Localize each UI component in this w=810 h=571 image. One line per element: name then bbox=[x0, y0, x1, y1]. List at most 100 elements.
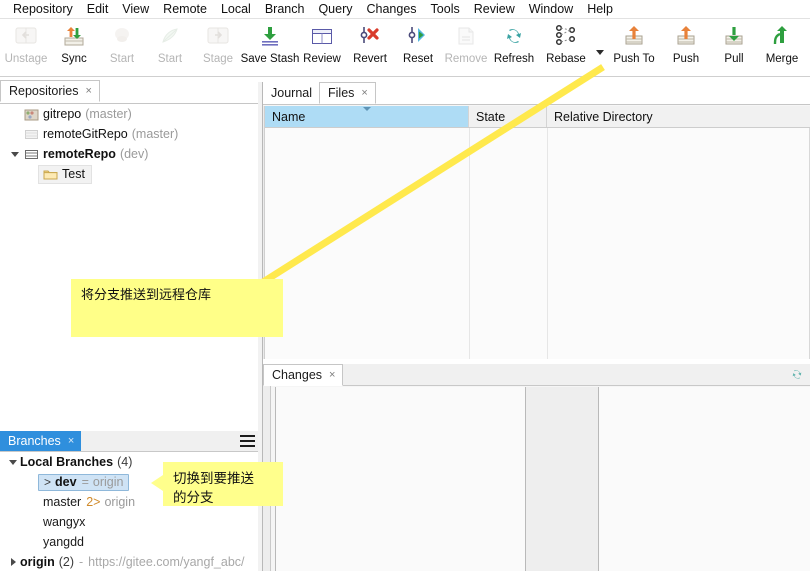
toolbar-button-remove[interactable]: Remove bbox=[442, 19, 490, 75]
rebase-icon bbox=[549, 22, 583, 52]
menu-item-branch[interactable]: Branch bbox=[258, 1, 312, 17]
menu-item-review[interactable]: Review bbox=[467, 1, 522, 17]
menu-label: Help bbox=[587, 2, 613, 16]
toolbar-button-push[interactable]: Push bbox=[662, 19, 710, 75]
changes-pane-middle[interactable] bbox=[525, 387, 598, 571]
branches-menu-icon[interactable] bbox=[240, 435, 255, 447]
rebase-dropdown-caret-icon[interactable] bbox=[594, 19, 606, 75]
tab-changes[interactable]: Changes × bbox=[263, 364, 344, 386]
toolbar-button-refresh[interactable]: Refresh bbox=[490, 19, 538, 75]
menu-item-help[interactable]: Help bbox=[580, 1, 620, 17]
repo-row-gitrepo[interactable]: gitrepo (master) bbox=[0, 104, 261, 124]
branch-row-yangdd[interactable]: yangdd bbox=[0, 532, 261, 552]
toolbar-button-stage[interactable]: Stage bbox=[194, 19, 242, 75]
repo-branch: (master) bbox=[131, 127, 179, 141]
smartgit-window: Repository Edit View Remote Local Branch… bbox=[0, 0, 810, 571]
review-icon bbox=[305, 22, 339, 52]
toolbar-button-pull[interactable]: Pull bbox=[710, 19, 758, 75]
column-header-relative-directory[interactable]: Relative Directory bbox=[547, 106, 810, 127]
toolbar-button-push-to[interactable]: Push To bbox=[606, 19, 662, 75]
repo-row-test[interactable]: Test bbox=[0, 164, 261, 184]
menu-label: Query bbox=[318, 2, 353, 16]
toolbar-label: Merge bbox=[765, 53, 799, 65]
branch-selected-chip[interactable]: > dev = origin bbox=[38, 473, 130, 491]
annotation-box-branch: 切换到要推送 的分支 bbox=[163, 462, 283, 506]
revert-icon bbox=[353, 22, 387, 52]
tab-label: Changes bbox=[272, 368, 323, 382]
menu-item-view[interactable]: View bbox=[115, 1, 156, 17]
toolbar-button-save-stash[interactable]: Save Stash bbox=[241, 19, 299, 75]
repo-row-remotegitrepo[interactable]: remoteGitRepo (master) bbox=[0, 124, 261, 144]
close-icon[interactable]: × bbox=[68, 435, 74, 447]
expander-down-icon[interactable] bbox=[8, 151, 22, 157]
close-icon[interactable]: × bbox=[329, 369, 335, 381]
menu-item-window[interactable]: Window bbox=[522, 1, 580, 17]
repo-row-remoterepo[interactable]: remoteRepo (dev) bbox=[0, 144, 261, 164]
toolbar-button-unstage[interactable]: Unstage bbox=[2, 19, 50, 75]
column-header-name[interactable]: Name bbox=[265, 106, 469, 127]
close-icon[interactable]: × bbox=[361, 87, 367, 99]
toolbar-label: Remove bbox=[444, 53, 488, 65]
repo-name: remoteRepo bbox=[43, 147, 116, 161]
tab-journal[interactable]: Journal bbox=[263, 82, 319, 104]
menu-item-local[interactable]: Local bbox=[214, 1, 258, 17]
changes-refresh-icon[interactable] bbox=[789, 367, 805, 383]
branch-row-wangyx[interactable]: wangyx bbox=[0, 512, 261, 532]
column-header-state[interactable]: State bbox=[469, 106, 547, 127]
toolbar-button-start-branch[interactable]: Start bbox=[146, 19, 194, 75]
files-tabbar: Journal Files × bbox=[263, 82, 810, 104]
menu-label: Review bbox=[473, 2, 515, 16]
menu-item-repository[interactable]: Repository bbox=[6, 1, 80, 17]
toolbar-button-merge[interactable]: Merge bbox=[758, 19, 806, 75]
menu-label: Changes bbox=[366, 2, 417, 16]
changes-pane-right[interactable] bbox=[598, 387, 810, 571]
toolbar-label: Start bbox=[109, 53, 135, 65]
expander-down-icon[interactable] bbox=[6, 459, 20, 465]
tab-label: Branches bbox=[8, 434, 61, 448]
menu-item-remote[interactable]: Remote bbox=[156, 1, 214, 17]
files-table-header: Name State Relative Directory bbox=[265, 106, 810, 128]
menu-item-query[interactable]: Query bbox=[311, 1, 359, 17]
branch-upstream: origin bbox=[92, 475, 124, 489]
column-label: State bbox=[476, 109, 506, 124]
column-label: Name bbox=[272, 109, 306, 124]
toolbar-label: Stage bbox=[202, 53, 234, 65]
remote-dash: - bbox=[79, 555, 84, 569]
toolbar-button-reset[interactable]: Reset bbox=[394, 19, 442, 75]
toolbar-label: Unstage bbox=[4, 53, 48, 65]
changes-pane-left[interactable] bbox=[275, 387, 525, 571]
tab-branches[interactable]: Branches × bbox=[0, 431, 82, 451]
push-to-icon bbox=[617, 22, 651, 52]
repositories-panel: Repositories × gitrepo (master) remoteGi… bbox=[0, 80, 262, 430]
branch-ahead-count: 2> bbox=[86, 495, 101, 509]
menu-item-tools[interactable]: Tools bbox=[424, 1, 467, 17]
toolbar-label: Sync bbox=[61, 53, 87, 65]
toolbar-button-revert[interactable]: Revert bbox=[346, 19, 394, 75]
changes-panel[interactable] bbox=[263, 386, 810, 571]
tab-files[interactable]: Files × bbox=[319, 82, 376, 104]
menu-item-edit[interactable]: Edit bbox=[80, 1, 116, 17]
toolbar: Unstage Sync Start Start Stage Save Stas… bbox=[0, 19, 810, 77]
repositories-tree[interactable]: gitrepo (master) remoteGitRepo (master) bbox=[0, 103, 261, 430]
close-icon[interactable]: × bbox=[85, 85, 91, 97]
unstage-icon bbox=[9, 22, 43, 52]
toolbar-label: Refresh bbox=[493, 53, 535, 65]
column-divider bbox=[547, 128, 548, 359]
repo-name: Test bbox=[62, 167, 85, 181]
toolbar-label: Reset bbox=[402, 53, 434, 65]
menu-item-changes[interactable]: Changes bbox=[360, 1, 424, 17]
tab-label: Repositories bbox=[9, 84, 79, 98]
menu-label: Edit bbox=[86, 2, 109, 16]
remove-icon bbox=[449, 22, 483, 52]
branch-group-origin[interactable]: origin (2) - https://gitee.com/yangf_abc… bbox=[0, 552, 261, 571]
toolbar-button-rebase[interactable]: Rebase bbox=[538, 19, 594, 75]
expander-right-icon[interactable] bbox=[6, 558, 20, 566]
toolbar-label: Push To bbox=[613, 53, 655, 65]
menu-label: Repository bbox=[13, 2, 73, 16]
files-table-body[interactable] bbox=[265, 128, 810, 359]
tab-repositories[interactable]: Repositories × bbox=[0, 80, 100, 102]
toolbar-button-start-flow[interactable]: Start bbox=[98, 19, 146, 75]
branch-name: wangyx bbox=[43, 515, 86, 529]
toolbar-button-sync[interactable]: Sync bbox=[50, 19, 98, 75]
toolbar-button-review[interactable]: Review bbox=[298, 19, 346, 75]
